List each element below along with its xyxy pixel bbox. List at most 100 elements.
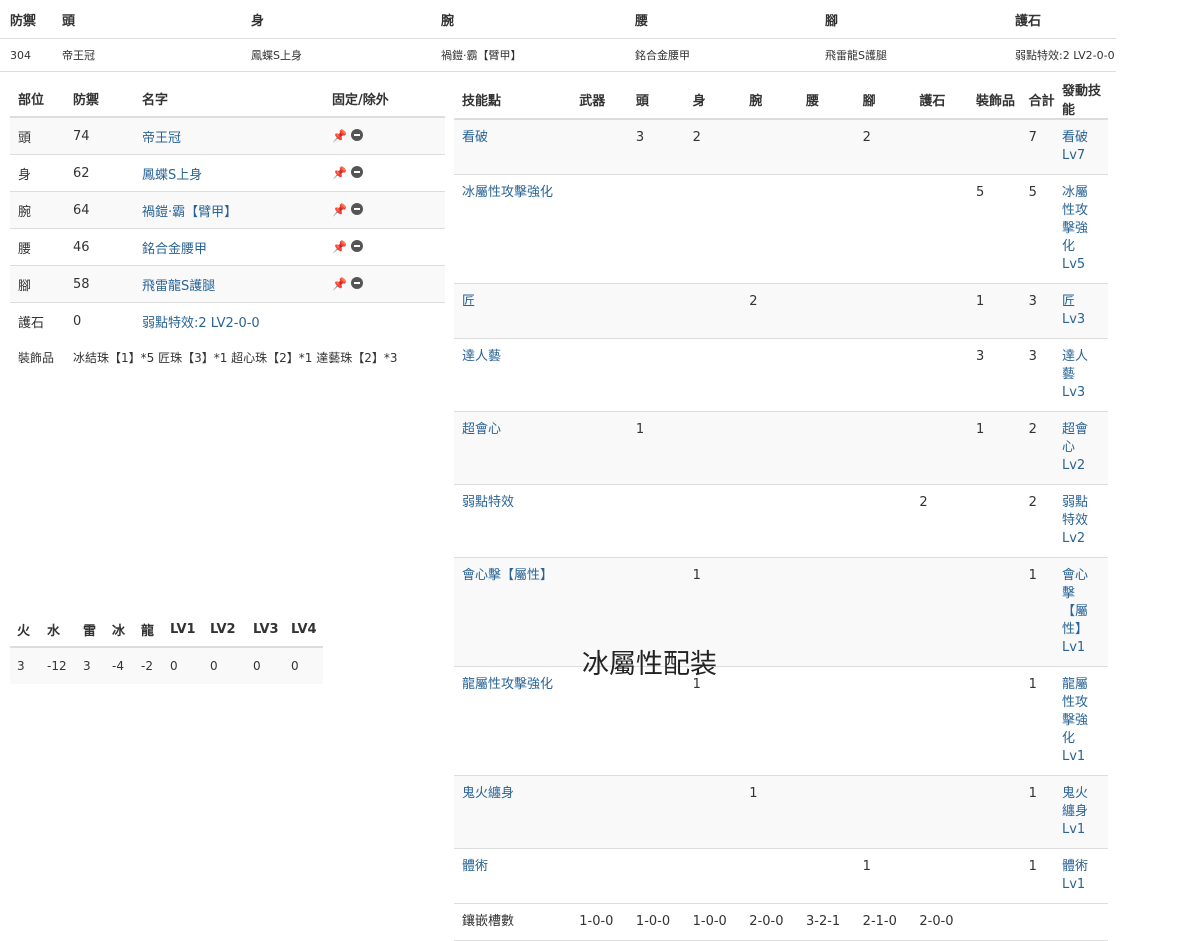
skill-point-head [635,174,693,284]
skill-point-body [692,484,750,558]
resist-value-row: 3 -12 3 -4 -2 0 0 0 0 [10,647,323,684]
active-skill-link[interactable]: 匠Lv3 [1062,294,1085,327]
summary-value: 304 [0,38,62,72]
skill-point-total: 2 [1028,411,1062,485]
summary-header: 防禦 [0,0,62,39]
skill-point-charm [919,174,977,284]
summary-value: 禍鎧·霸【臂甲】 [441,38,635,72]
skill-point-leg: 2 [862,118,920,175]
part-name-link[interactable]: 帝王冠 [142,131,181,146]
active-skill-link[interactable]: 看破Lv7 [1062,130,1088,163]
pin-icon[interactable]: 📌 [332,166,347,180]
skill-point-total: 1 [1028,557,1062,667]
skill-point-total: 3 [1028,283,1062,339]
armor-parts-table: 部位 防禦 名字 固定/除外 頭 74 帝王冠 📌 身 62 鳳蝶S上身 📌 腕… [10,80,445,375]
skill-name-link[interactable]: 達人藝 [462,349,501,364]
part-name-link[interactable]: 弱點特效:2 LV2-0-0 [142,316,260,331]
pin-icon[interactable]: 📌 [332,277,347,291]
resist-value: -12 [47,647,83,684]
skill-point-deco [976,775,1029,849]
skill-name-link[interactable]: 超會心 [462,422,501,437]
part-defense: 46 [73,228,142,266]
active-skill-link[interactable]: 超會心Lv2 [1062,422,1088,473]
skill-point-leg [862,283,920,339]
skill-point-weapon [579,411,636,485]
skill-point-waist [805,848,863,904]
skill-name-link[interactable]: 體術 [462,859,488,874]
skills-header: 裝飾品 [976,80,1029,120]
part-defense: 0 [73,302,142,339]
table-row: 鬼火纏身 1 1 鬼火纏身Lv1 [454,775,1108,849]
minus-circle-icon[interactable] [350,239,363,252]
skill-point-waist [805,484,863,558]
skill-point-deco [976,484,1029,558]
skill-point-arm [749,118,806,175]
minus-circle-icon[interactable] [350,276,363,289]
active-skill-link[interactable]: 弱點特效Lv2 [1062,495,1088,546]
part-name-link[interactable]: 禍鎧·霸【臂甲】 [142,205,237,220]
minus-circle-icon[interactable] [350,165,363,178]
summary-header: 腰 [635,0,825,39]
skill-point-deco [976,848,1029,904]
resist-value: 3 [10,647,47,684]
skill-name-link[interactable]: 看破 [462,130,488,145]
part-name-link[interactable]: 銘合金腰甲 [142,242,207,257]
skill-point-arm [749,666,806,776]
skill-point-charm: 2 [919,484,977,558]
skill-name-link[interactable]: 龍屬性攻擊強化 [462,677,553,692]
skill-point-body [692,338,750,412]
table-row: 會心擊【屬性】 1 1 會心擊【屬性】Lv1 [454,557,1108,667]
skill-points-table: 技能點 武器 頭 身 腕 腰 腳 護石 裝飾品 合計 發動技能 看破 3 2 2 7 看破… [454,80,1108,941]
skill-point-total: 2 [1028,484,1062,558]
skill-point-waist [805,118,863,175]
active-skill-link[interactable]: 龍屬性攻擊強化Lv1 [1062,677,1088,764]
active-skill-link[interactable]: 體術Lv1 [1062,859,1088,892]
skill-point-head [635,666,693,776]
resist-value: 0 [291,647,323,684]
skill-point-charm [919,775,977,849]
resist-header-row: 火 水 雷 冰 龍 LV1 LV2 LV3 LV4 [10,612,323,648]
skill-name-link[interactable]: 冰屬性攻擊強化 [462,185,553,200]
skill-point-head: 3 [635,118,693,175]
pin-icon[interactable]: 📌 [332,129,347,143]
summary-header: 身 [251,0,441,39]
summary-header-row: 防禦 頭 身 腕 腰 腳 護石 [0,0,1116,39]
summary-value: 鳳蝶S上身 [251,38,441,72]
minus-circle-icon[interactable] [350,202,363,215]
pin-icon[interactable]: 📌 [332,240,347,254]
skills-header: 腰 [805,80,863,120]
skill-point-deco: 1 [976,411,1029,485]
resist-header: 雷 [83,612,112,648]
parts-header: 名字 [142,80,332,118]
skill-point-head [635,283,693,339]
table-row: 腕 64 禍鎧·霸【臂甲】 📌 [10,191,445,229]
skill-name-link[interactable]: 匠 [462,294,475,309]
pin-icon[interactable]: 📌 [332,203,347,217]
table-row: 體術 1 1 體術Lv1 [454,848,1108,904]
active-skill-link[interactable]: 達人藝Lv3 [1062,349,1088,400]
active-skill-link[interactable]: 會心擊【屬性】Lv1 [1062,568,1088,655]
resist-value: -2 [141,647,170,684]
summary-header: 腕 [441,0,635,39]
skill-name-link[interactable]: 弱點特效 [462,495,514,510]
minus-circle-icon[interactable] [350,128,363,141]
skill-point-charm [919,557,977,667]
skill-point-arm: 1 [749,775,806,849]
part-name-link[interactable]: 鳳蝶S上身 [142,168,202,183]
skill-name-link[interactable]: 會心擊【屬性】 [462,568,553,583]
table-row: 超會心 1 1 2 超會心Lv2 [454,411,1108,485]
skill-point-leg [862,484,920,558]
parts-header: 固定/除外 [332,80,445,118]
skill-point-arm [749,174,806,284]
slots-label: 鑲嵌槽數 [454,903,580,941]
skill-point-weapon [579,848,636,904]
active-skill-link[interactable]: 鬼火纏身Lv1 [1062,786,1088,837]
slot-value: 1-0-0 [692,903,750,941]
table-row: 冰屬性攻擊強化 5 5 冰屬性攻擊強化Lv5 [454,174,1108,284]
resist-header: 龍 [141,612,170,648]
resist-value: -4 [112,647,141,684]
skill-point-leg [862,338,920,412]
part-name-link[interactable]: 飛雷龍S護腿 [142,279,215,294]
active-skill-link[interactable]: 冰屬性攻擊強化Lv5 [1062,185,1088,272]
skill-name-link[interactable]: 鬼火纏身 [462,786,514,801]
